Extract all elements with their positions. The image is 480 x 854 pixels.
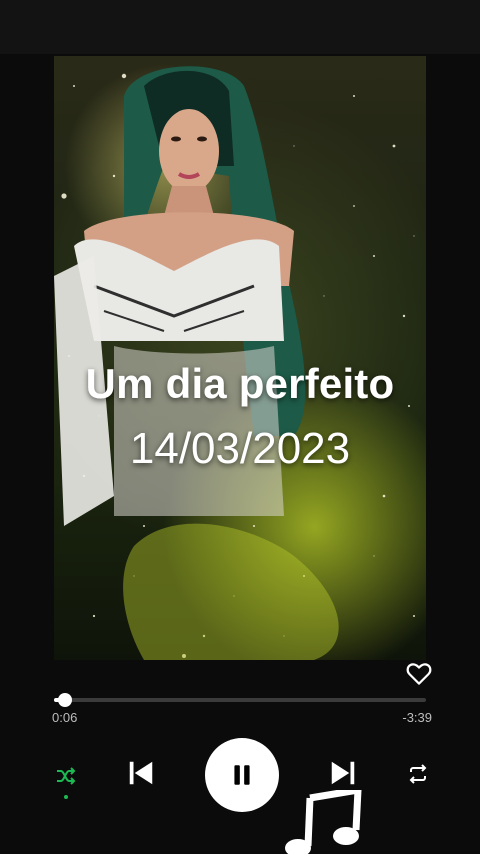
progress-scrubber-handle[interactable] [58,693,73,707]
repeat-icon [409,764,427,784]
next-track-button[interactable] [326,756,360,790]
play-pause-button[interactable] [205,738,279,812]
music-player-screen: Um dia perfeito 14/03/2023 0:06 -3:39 [0,0,480,854]
portrait-illustration [54,66,339,660]
like-button[interactable] [404,658,434,688]
previous-track-button[interactable] [124,756,158,790]
elapsed-time: 0:06 [52,710,78,725]
shuffle-icon [57,767,76,785]
heart-outline-icon [406,663,432,685]
album-artwork [54,56,426,660]
remaining-time: -3:39 [402,710,432,725]
artwork-title-overlay: Um dia perfeito [85,360,395,407]
music-note-icon [285,790,362,854]
skip-previous-icon [129,761,153,785]
shuffle-button[interactable] [50,760,82,792]
status-bar-area [0,0,480,54]
playback-progress-bar[interactable] [54,693,426,707]
skip-next-icon [331,761,355,785]
shuffle-active-indicator [64,795,68,799]
repeat-button[interactable] [402,758,434,790]
pause-icon [234,765,250,785]
artwork-date-overlay: 14/03/2023 [129,424,351,473]
